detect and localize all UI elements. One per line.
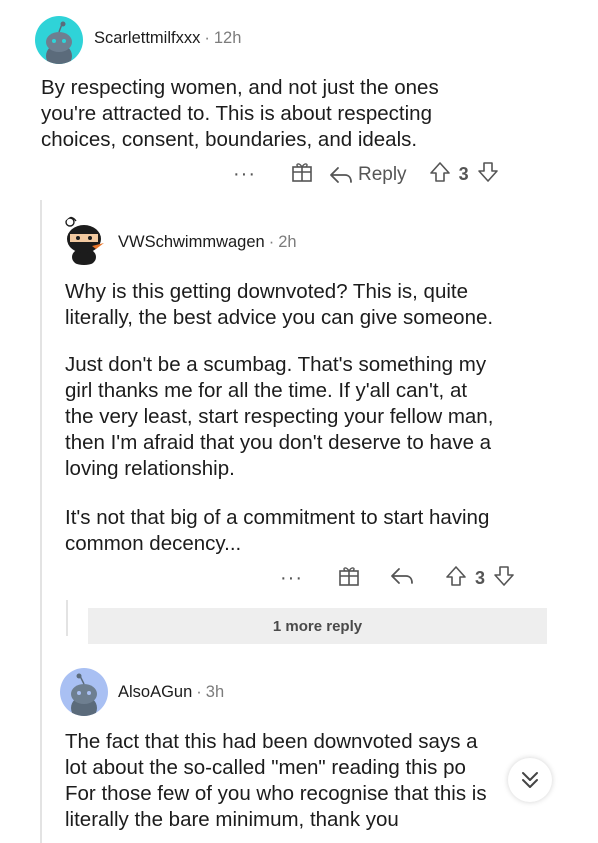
comment-body-paragraph: Why is this getting downvoted? This is, …	[65, 280, 494, 329]
more-replies-button[interactable]: 1 more reply	[88, 608, 547, 644]
avatar[interactable]	[35, 16, 83, 64]
comment-age: 2h	[278, 233, 297, 251]
separator-dot: ·	[204, 29, 210, 47]
upvote-icon[interactable]	[429, 160, 451, 189]
comment-body-paragraph: It's not that big of a commitment to sta…	[65, 506, 490, 555]
more-options-icon[interactable]: ···	[233, 163, 256, 186]
downvote-icon[interactable]	[493, 564, 515, 593]
comment-username-line: AlsoAGun · 3h	[118, 683, 224, 702]
username-link[interactable]: VWSchwimmwagen	[118, 233, 265, 251]
award-icon[interactable]	[290, 160, 314, 189]
comment-age: 3h	[205, 683, 225, 701]
comment-body: By respecting women, and not just the on…	[41, 76, 439, 151]
comment-body-paragraph: Just don't be a scumbag. That's somethin…	[65, 353, 494, 480]
comment-actions: ··· Reply 3	[233, 160, 499, 189]
downvote-icon[interactable]	[477, 160, 499, 189]
avatar[interactable]	[58, 213, 110, 265]
username-link[interactable]: AlsoAGun	[118, 683, 192, 701]
separator-dot: ·	[196, 683, 202, 701]
comment-actions: ··· 3	[280, 564, 515, 593]
vote-score: 3	[458, 164, 469, 184]
comment-body: The fact that this had been downvoted sa…	[65, 730, 487, 831]
thread-line[interactable]	[40, 200, 42, 843]
reply-icon[interactable]	[389, 564, 415, 593]
comment-age: 12h	[213, 29, 242, 47]
comment-username-line: VWSchwimmwagen · 2h	[118, 233, 297, 252]
reply-button[interactable]: Reply	[328, 163, 407, 187]
avatar[interactable]	[60, 668, 108, 716]
vote-score: 3	[474, 568, 485, 588]
username-link[interactable]: Scarlettmilfxxx	[94, 29, 200, 47]
award-icon[interactable]	[337, 564, 361, 593]
double-chevron-down-icon	[522, 772, 538, 788]
reply-label: Reply	[357, 163, 407, 185]
reply-icon	[330, 166, 352, 183]
snoo-ninja-avatar-icon	[65, 216, 104, 265]
separator-dot: ·	[268, 233, 275, 251]
comment-username-line: Scarlettmilfxxx · 12h	[94, 29, 241, 48]
more-options-icon[interactable]: ···	[280, 567, 303, 590]
thread-line[interactable]	[66, 600, 68, 636]
snoo-avatar-icon	[46, 21, 72, 64]
upvote-icon[interactable]	[445, 564, 467, 593]
scroll-down-button[interactable]	[508, 758, 552, 802]
snoo-avatar-icon	[71, 673, 97, 716]
